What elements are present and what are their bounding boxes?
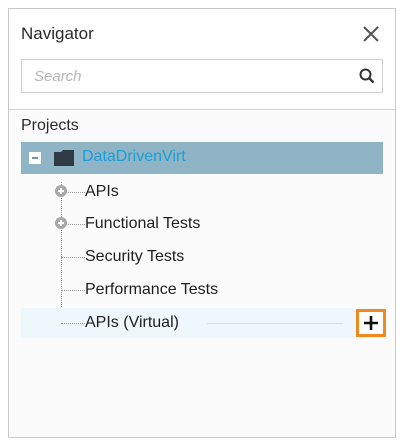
tree-item-apis-virtual[interactable]: APIs (Virtual) — [21, 308, 386, 338]
projects-label: Projects — [21, 117, 79, 134]
tree-item-label: Performance Tests — [85, 281, 219, 298]
tree-item-apis[interactable]: APIs — [21, 177, 383, 207]
tree-branch — [61, 290, 85, 291]
tree-item-security-tests[interactable]: Security Tests — [21, 242, 383, 272]
tree-branch — [61, 257, 85, 258]
search-icon[interactable] — [358, 67, 376, 85]
search-box[interactable] — [21, 59, 383, 93]
expand-icon[interactable] — [55, 185, 67, 197]
tree-item-label: APIs — [85, 183, 119, 200]
navigator-panel: Navigator Projects DataDrivenVirt APIs F… — [8, 8, 396, 438]
close-icon[interactable] — [360, 23, 382, 45]
panel-title: Navigator — [21, 24, 94, 43]
tree-item-performance-tests[interactable]: Performance Tests — [21, 275, 383, 305]
tree-branch — [61, 323, 85, 324]
row-guide-line — [207, 323, 343, 324]
project-row[interactable]: DataDrivenVirt — [21, 142, 383, 174]
folder-icon — [54, 150, 74, 166]
collapse-icon[interactable] — [29, 152, 41, 164]
add-button[interactable] — [356, 309, 386, 337]
expand-icon[interactable] — [55, 217, 67, 229]
navigator-header: Navigator — [9, 9, 395, 110]
plus-icon — [364, 316, 378, 330]
tree-item-label: Functional Tests — [85, 215, 201, 232]
project-name: DataDrivenVirt — [82, 148, 186, 165]
tree-item-label: APIs (Virtual) — [85, 314, 179, 331]
search-input[interactable] — [34, 67, 344, 85]
tree-item-functional-tests[interactable]: Functional Tests — [21, 209, 383, 239]
tree-item-label: Security Tests — [85, 248, 185, 265]
